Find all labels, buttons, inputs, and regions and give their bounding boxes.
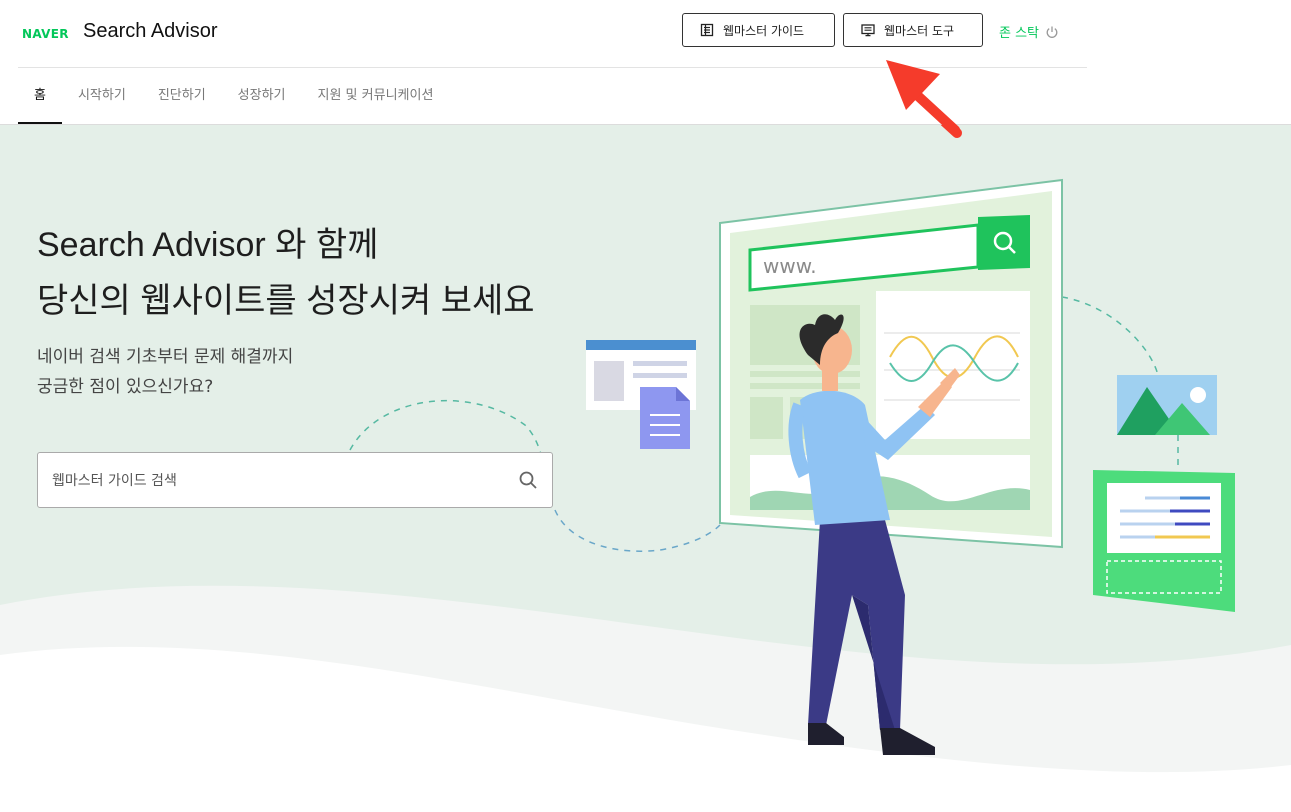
red-arrow-overlay	[886, 60, 960, 135]
red-arrow-icon	[886, 60, 960, 135]
